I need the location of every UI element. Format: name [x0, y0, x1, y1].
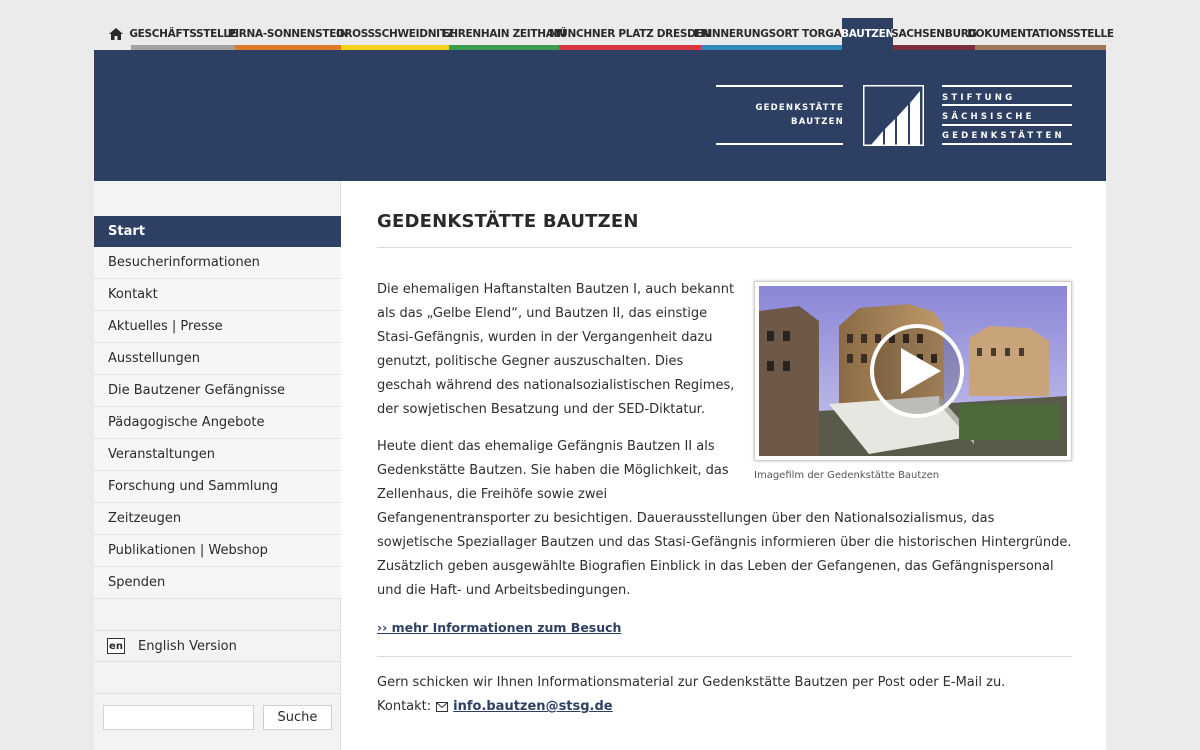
logo-text-stiftung: STIFTUNG SÄCHSISCHE GEDENKSTÄTTEN: [942, 89, 1065, 146]
logo-rule: [716, 143, 843, 145]
nav-tab-geschaeftsstelle[interactable]: GESCHÄFTSSTELLE: [129, 18, 237, 50]
logo-rule: [942, 85, 1072, 87]
nav-tab-label: ERINNERUNGSORT TORGAU: [693, 28, 850, 40]
nav-tab-sachsenburg[interactable]: SACHSENBURG: [891, 18, 977, 50]
sidebar-item-veranstaltungen[interactable]: Veranstaltungen: [94, 439, 341, 471]
mail-icon: [436, 702, 449, 712]
sidebar-item-bautzener-gefaengnisse[interactable]: Die Bautzener Gefängnisse: [94, 375, 341, 407]
nav-tab-erinnerungsort-torgau[interactable]: ERINNERUNGSORT TORGAU: [694, 18, 850, 50]
nav-tab-label: EHRENHAIN ZEITHAIN: [442, 28, 566, 40]
sidebar-item-kontakt[interactable]: Kontakt: [94, 279, 341, 311]
nav-tab-pirna-sonnenstein[interactable]: PIRNA-SONNENSTEIN: [228, 18, 349, 50]
english-version-label: English Version: [138, 638, 237, 654]
nav-tab-ehrenhain-zeithain[interactable]: EHRENHAIN ZEITHAIN: [442, 18, 566, 50]
logo-line: BAUTZEN: [791, 117, 844, 127]
search-form: Suche: [94, 693, 341, 750]
second-paragraph-rest: Gefangenentransporter zu besichtigen. Da…: [377, 511, 1072, 598]
video-player[interactable]: [754, 281, 1072, 461]
sidebar-item-ausstellungen[interactable]: Ausstellungen: [94, 343, 341, 375]
nav-tab-label: SACHSENBURG: [891, 28, 977, 40]
nav-tab-grossschweidnitz[interactable]: GROSSSCHWEIDNITZ: [336, 18, 454, 50]
logo-line: STIFTUNG: [942, 93, 1016, 103]
email-link[interactable]: info.bautzen@stsg.de: [453, 695, 612, 719]
intro-paragraph: Die ehemaligen Haftanstalten Bautzen I, …: [377, 282, 735, 417]
search-input[interactable]: [103, 705, 254, 730]
sidebar-item-publikationen-webshop[interactable]: Publikationen | Webshop: [94, 535, 341, 567]
nav-tab-dokumentationsstelle[interactable]: DOKUMENTATIONSSTELLE: [967, 18, 1114, 50]
language-flag-icon: en: [107, 638, 125, 654]
top-navigation: GESCHÄFTSSTELLE PIRNA-SONNENSTEIN GROSSS…: [101, 18, 1114, 50]
site-logo[interactable]: GEDENKSTÄTTE BAUTZEN STIFTUNG SÄCHSISCHE…: [716, 85, 1072, 147]
logo-text-gedenkstaette: GEDENKSTÄTTE BAUTZEN: [755, 101, 844, 129]
english-version-link[interactable]: en English Version: [94, 630, 341, 662]
nav-tab-label: MÜNCHNER PLATZ DRESDEN: [549, 28, 711, 40]
sidebar-item-zeitzeugen[interactable]: Zeitzeugen: [94, 503, 341, 535]
sidebar-item-besucherinformationen[interactable]: Besucherinformationen: [94, 247, 341, 279]
stiftung-logo-mark-icon: [863, 85, 924, 146]
nav-tab-label: GESCHÄFTSSTELLE: [129, 28, 237, 40]
page-panel: Start Besucherinformationen Kontakt Aktu…: [94, 181, 1106, 750]
contact-label: Kontakt:: [377, 699, 432, 714]
home-icon: [109, 28, 123, 40]
search-button[interactable]: Suche: [263, 705, 332, 730]
nav-tab-label: DOKUMENTATIONSSTELLE: [967, 28, 1114, 40]
nav-tab-muenchner-platz[interactable]: MÜNCHNER PLATZ DRESDEN: [549, 18, 711, 50]
divider: [377, 656, 1072, 657]
video-thumbnail: [759, 286, 1067, 456]
more-info-visit-link[interactable]: ›› mehr Informationen zum Besuch: [377, 620, 621, 635]
sidebar-item-spenden[interactable]: Spenden: [94, 567, 341, 599]
nav-tab-label: PIRNA-SONNENSTEIN: [227, 28, 349, 40]
nav-tab-bautzen[interactable]: BAUTZEN: [841, 18, 894, 50]
nav-home[interactable]: [101, 18, 131, 50]
sidebar-item-aktuelles-presse[interactable]: Aktuelles | Presse: [94, 311, 341, 343]
info-material-paragraph: Gern schicken wir Ihnen Informationsmate…: [377, 675, 1006, 690]
contact-line: Kontakt: info.bautzen@stsg.de: [377, 695, 613, 719]
sidebar-item-paedagogische-angebote[interactable]: Pädagogische Angebote: [94, 407, 341, 439]
sidebar-menu: Start Besucherinformationen Kontakt Aktu…: [94, 216, 341, 599]
sidebar: Start Besucherinformationen Kontakt Aktu…: [94, 181, 341, 750]
sidebar-item-forschung-sammlung[interactable]: Forschung und Sammlung: [94, 471, 341, 503]
second-paragraph: Heute dient das ehemalige Gefängnis Baut…: [377, 435, 1072, 603]
logo-line: SÄCHSISCHE: [942, 112, 1035, 122]
nav-tab-label: BAUTZEN: [841, 28, 894, 40]
logo-line: GEDENKSTÄTTE: [755, 103, 844, 113]
nav-tab-label: GROSSSCHWEIDNITZ: [336, 28, 454, 40]
page-title: GEDENKSTÄTTE BAUTZEN: [377, 211, 639, 232]
sidebar-item-start[interactable]: Start: [94, 216, 341, 247]
second-paragraph-lead: Heute dient das ehemalige Gefängnis Baut…: [377, 439, 729, 502]
logo-line: GEDENKSTÄTTEN: [942, 131, 1065, 141]
logo-rule: [716, 85, 843, 87]
header-banner: GEDENKSTÄTTE BAUTZEN STIFTUNG SÄCHSISCHE…: [94, 50, 1106, 181]
divider: [377, 247, 1072, 248]
